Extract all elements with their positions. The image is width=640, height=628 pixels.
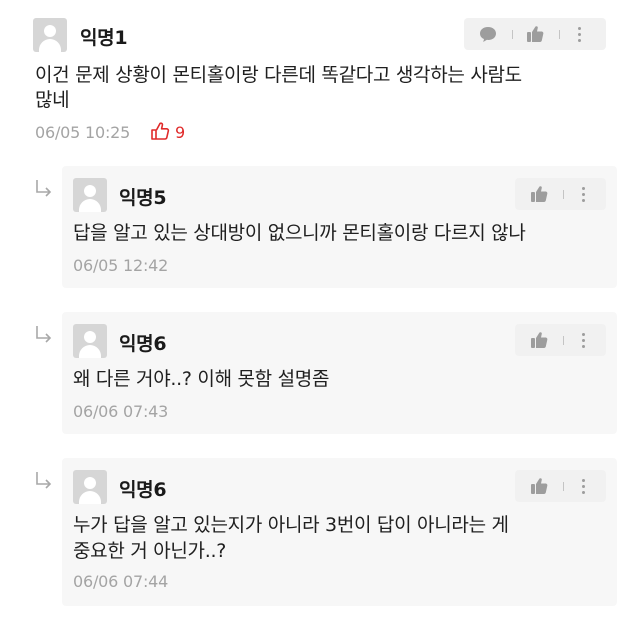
reply-text-line-1: 답을 알고 있는 상대방이 없으니까 몬티홀이랑 다르지 않나	[73, 222, 526, 244]
thumbs-up-outline-icon	[151, 122, 170, 140]
reply-like-button[interactable]	[521, 470, 557, 502]
comment-item: 익명1 이건 문제 상황이 몬티홀이랑 다른데 똑같다고 생각하는 사람도 많네…	[0, 0, 640, 158]
comment-actions	[464, 18, 606, 50]
comment-text-line-1: 이건 문제 상황이 몬티홀이랑 다른데 똑같다고 생각하는 사람도	[35, 64, 522, 86]
reply-timestamp: 06/05 12:42	[73, 256, 169, 275]
avatar	[33, 18, 67, 52]
reply-item: 익명6 누가 답을 알고 있는지가 아니라 3번이 답이 아니라는 게 중요한 …	[62, 458, 617, 606]
reply-text-line-1: 왜 다른 거야..? 이해 못함 설명좀	[73, 368, 330, 390]
reply-author: 익명5	[119, 187, 167, 209]
reply-like-button[interactable]	[521, 324, 557, 356]
reply-actions	[515, 470, 606, 502]
reply-arrow-icon	[36, 326, 52, 343]
reply-item: 익명6 왜 다른 거야..? 이해 못함 설명좀 06/06 07:43	[62, 312, 617, 434]
comment-like-button[interactable]	[517, 18, 553, 50]
comment-reply-button[interactable]	[470, 18, 506, 50]
thumbs-up-icon	[531, 186, 548, 202]
avatar	[73, 470, 107, 504]
reply-like-button[interactable]	[521, 178, 557, 210]
speech-bubble-icon	[480, 27, 496, 42]
reply-more-button[interactable]	[572, 470, 596, 502]
avatar	[73, 178, 107, 212]
comment-timestamp: 06/05 10:25	[35, 123, 131, 142]
comment-like-count: 9	[175, 123, 185, 142]
thumbs-up-icon	[527, 26, 544, 42]
reply-arrow-icon	[36, 180, 52, 197]
thumbs-up-icon	[531, 478, 548, 494]
reply-more-button[interactable]	[572, 178, 596, 210]
reply-timestamp: 06/06 07:44	[73, 572, 169, 591]
comment-text-line-2: 많네	[35, 89, 70, 111]
reply-author: 익명6	[119, 333, 167, 355]
reply-author: 익명6	[119, 479, 167, 501]
reply-actions	[515, 178, 606, 210]
reply-timestamp: 06/06 07:43	[73, 402, 169, 421]
reply-arrow-icon	[36, 472, 52, 489]
reply-item: 익명5 답을 알고 있는 상대방이 없으니까 몬티홀이랑 다르지 않나 06/0…	[62, 166, 617, 288]
comment-author: 익명1	[80, 27, 128, 49]
reply-more-button[interactable]	[572, 324, 596, 356]
comment-more-button[interactable]	[568, 18, 592, 50]
thumbs-up-icon	[531, 332, 548, 348]
avatar	[73, 324, 107, 358]
reply-text-line-2: 중요한 거 아닌가..?	[73, 540, 227, 562]
reply-actions	[515, 324, 606, 356]
